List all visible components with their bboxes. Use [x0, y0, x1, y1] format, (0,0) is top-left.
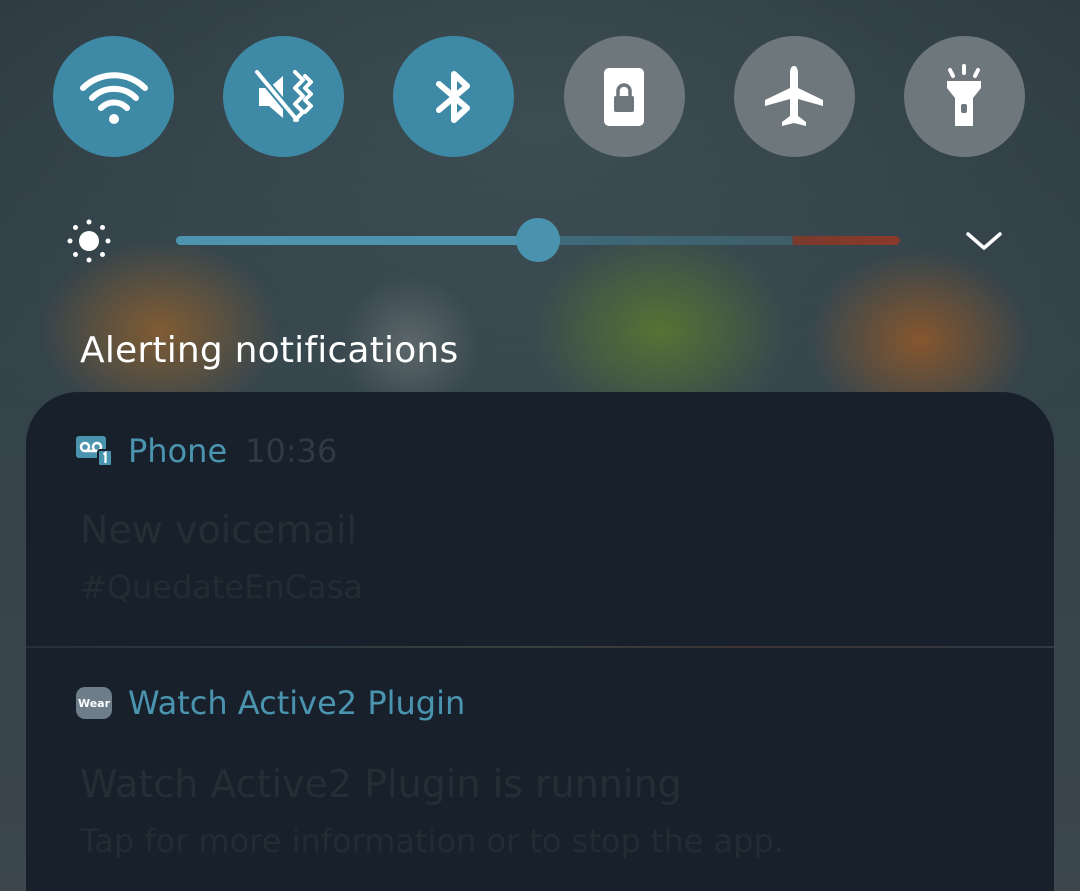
section-title: Alerting notifications — [80, 330, 459, 371]
bluetooth-icon — [435, 70, 470, 123]
notification-text: #QuedateEnCasa — [80, 568, 363, 606]
wear-icon: Wear — [76, 687, 112, 719]
voicemail-icon — [76, 436, 112, 467]
notification-card[interactable]: Wear Watch Active2 Plugin Watch Active2 … — [26, 648, 1054, 891]
notification-header: Wear Watch Active2 Plugin — [76, 684, 465, 722]
sun-icon — [67, 219, 111, 263]
notification-header: Phone 10:36 — [76, 432, 337, 470]
portrait-lock-icon — [604, 67, 645, 126]
brightness-slider[interactable] — [176, 218, 900, 262]
notification-title: Watch Active2 Plugin is running — [80, 762, 682, 806]
rotation-lock-toggle[interactable] — [563, 36, 685, 157]
airplane-icon — [765, 65, 824, 126]
brightness-slider-fill — [176, 236, 538, 245]
notification-panel: Phone 10:36 New voicemail #QuedateEnCasa… — [26, 392, 1054, 891]
notification-text: Tap for more information or to stop the … — [80, 822, 785, 860]
bluetooth-toggle[interactable] — [393, 36, 515, 157]
wifi-toggle[interactable] — [53, 36, 174, 157]
app-name: Phone — [128, 432, 228, 470]
wifi-icon — [79, 71, 148, 124]
notification-card[interactable]: Phone 10:36 New voicemail #QuedateEnCasa — [26, 392, 1054, 646]
notification-time: 10:36 — [245, 432, 338, 470]
quick-settings-toggles — [53, 36, 1025, 157]
notification-title: New voicemail — [80, 508, 357, 552]
brightness-row — [0, 210, 1080, 272]
flashlight-toggle[interactable] — [903, 36, 1025, 157]
app-name: Watch Active2 Plugin — [128, 684, 466, 722]
sound-toggle[interactable] — [223, 36, 345, 157]
chevron-down-icon[interactable] — [962, 226, 1006, 256]
airplane-toggle[interactable] — [733, 36, 855, 157]
brightness-slider-thumb[interactable] — [516, 218, 560, 262]
vibrate-mute-icon — [252, 67, 313, 124]
flashlight-icon — [947, 63, 982, 126]
